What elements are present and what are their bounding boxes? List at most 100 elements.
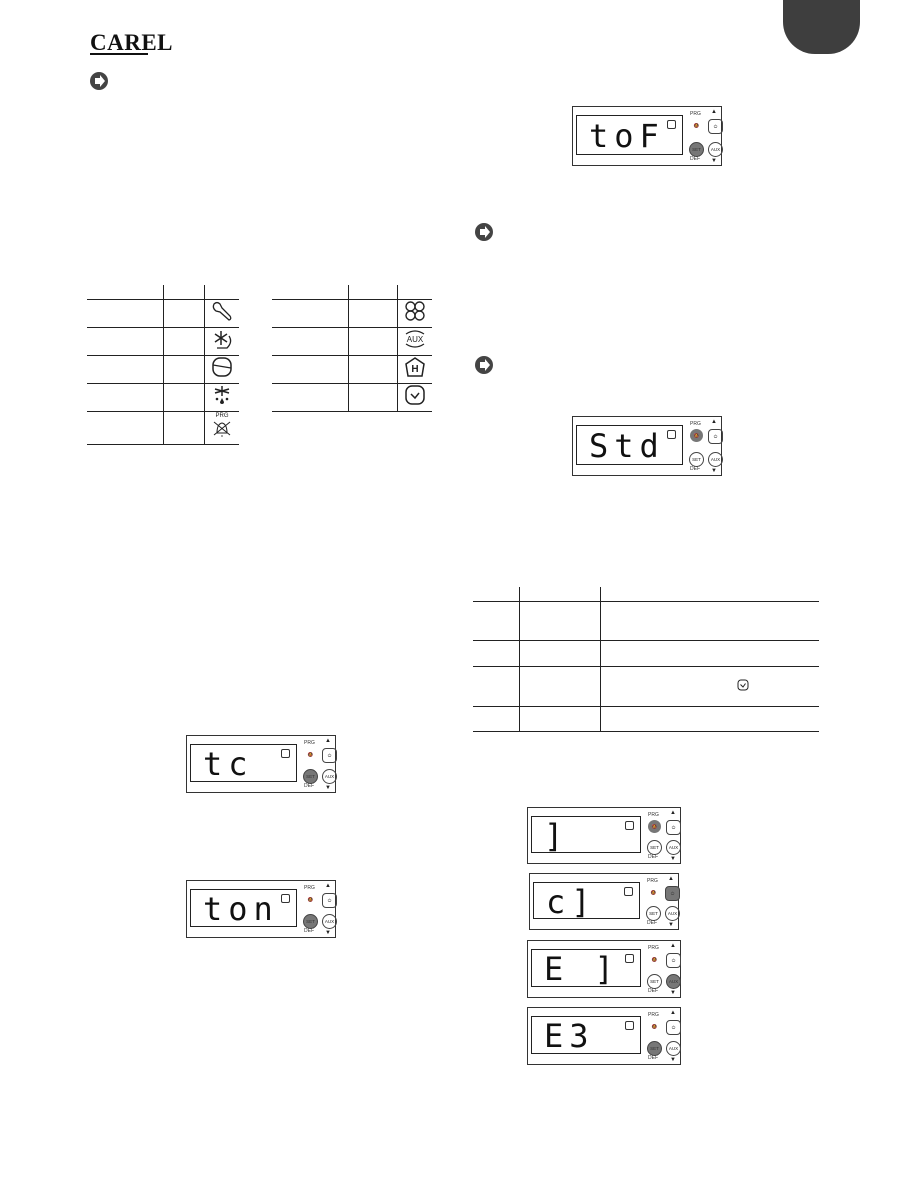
- alarm-prg-button[interactable]: 🔕: [647, 886, 660, 899]
- logo-underline: [90, 53, 148, 55]
- lcd-readout: toF: [589, 117, 665, 155]
- down-arrow-icon: ▼: [711, 158, 717, 164]
- def-label: DEF: [690, 156, 700, 162]
- cell: [600, 706, 819, 732]
- table-row: [272, 383, 432, 412]
- aux-button[interactable]: AUX: [322, 914, 337, 929]
- table-row: [272, 299, 432, 328]
- cell: [519, 706, 601, 732]
- clock-icon: [624, 887, 633, 896]
- lcd-readout: Std: [589, 427, 665, 465]
- alarm-prg-button[interactable]: 🔕: [690, 429, 703, 442]
- aux-button[interactable]: AUX: [708, 142, 723, 157]
- row-label: [272, 327, 349, 356]
- power-button[interactable]: ⏻: [665, 886, 680, 901]
- down-arrow-icon: ▼: [325, 930, 331, 936]
- clock-icon: [281, 749, 290, 758]
- clock-icon: [281, 894, 290, 903]
- lcd-screen: Std: [576, 425, 683, 465]
- table-row: [473, 640, 819, 667]
- note-arrow-icon: [475, 356, 493, 374]
- up-arrow-icon: ▲: [670, 1010, 676, 1016]
- alarm-prg-button[interactable]: 🔕: [648, 820, 661, 833]
- row-label: [87, 355, 164, 384]
- lcd-screen: E3: [531, 1016, 641, 1054]
- def-label: DEF: [304, 928, 314, 934]
- set-button[interactable]: SET: [647, 974, 662, 989]
- power-button[interactable]: ⏻: [666, 953, 681, 968]
- power-button[interactable]: ⏻: [666, 1020, 681, 1035]
- lcd-screen: tc: [190, 744, 297, 782]
- lcd-screen: toF: [576, 115, 683, 155]
- aux-button[interactable]: AUX: [665, 906, 680, 921]
- prg-label: PRG: [304, 740, 315, 746]
- aux-button[interactable]: AUX: [666, 974, 681, 989]
- def-label: DEF: [648, 854, 658, 860]
- prg-label: PRG: [215, 413, 229, 419]
- controller-display: Std PRG 🔕 ⏻ ▲ SET AUX DEF ▼: [572, 416, 723, 476]
- power-button[interactable]: ⏻: [666, 820, 681, 835]
- cell: [519, 666, 601, 707]
- def-label: DEF: [304, 783, 314, 789]
- alarm-prg-button[interactable]: 🔕: [648, 953, 661, 966]
- table-row: [473, 601, 819, 641]
- aux-button[interactable]: AUX: [666, 840, 681, 855]
- def-label: DEF: [648, 988, 658, 994]
- table-row: [87, 299, 239, 328]
- clock-icon: [405, 385, 425, 405]
- set-button[interactable]: SET: [646, 906, 661, 921]
- alarm-prg-button[interactable]: 🔕: [648, 1020, 661, 1033]
- clock-icon: [737, 679, 749, 691]
- down-arrow-icon: ▼: [670, 1057, 676, 1063]
- lcd-readout: E3: [544, 1017, 595, 1055]
- down-arrow-icon: ▼: [711, 468, 717, 474]
- svg-text:H: H: [411, 364, 418, 375]
- clock-icon: [625, 821, 634, 830]
- power-button[interactable]: ⏻: [708, 429, 723, 444]
- lcd-readout: ton: [203, 890, 279, 928]
- cell: [473, 666, 520, 707]
- row-code: [163, 327, 205, 356]
- lcd-screen: ]: [531, 816, 641, 853]
- lcd-readout: ]: [544, 817, 570, 855]
- svg-text:AUX: AUX: [407, 335, 424, 344]
- cell: [600, 640, 819, 667]
- row-code: [348, 327, 398, 356]
- controller-display: ton PRG 🔕 ⏻ ▲ SET AUX DEF ▼: [186, 880, 337, 938]
- def-label: DEF: [648, 1055, 658, 1061]
- set-button[interactable]: SET: [689, 452, 704, 467]
- power-button[interactable]: ⏻: [322, 748, 337, 763]
- clock-icon: [625, 1021, 634, 1030]
- alarm-bell-muted-icon: [213, 421, 231, 437]
- up-arrow-icon: ▲: [670, 810, 676, 816]
- power-button[interactable]: ⏻: [322, 893, 337, 908]
- alarm-prg-button[interactable]: 🔕: [690, 119, 703, 132]
- set-button[interactable]: SET: [303, 769, 318, 784]
- up-arrow-icon: ▲: [325, 738, 331, 744]
- alarm-prg-button[interactable]: 🔕: [304, 748, 317, 761]
- set-button[interactable]: SET: [647, 840, 662, 855]
- settings-table: [473, 587, 819, 732]
- alarm-prg-button[interactable]: 🔕: [304, 893, 317, 906]
- row-code: [163, 355, 205, 384]
- aux-button[interactable]: AUX: [666, 1041, 681, 1056]
- row-label: [272, 299, 349, 328]
- clock-icon: [625, 954, 634, 963]
- lcd-readout: c]: [546, 883, 597, 921]
- note-arrow-icon: [475, 223, 493, 241]
- lcd-readout: tc: [203, 745, 254, 783]
- aux-button[interactable]: AUX: [322, 769, 337, 784]
- row-code: [163, 383, 205, 412]
- set-button[interactable]: SET: [303, 914, 318, 929]
- row-label: [87, 327, 164, 356]
- prg-label: PRG: [647, 878, 658, 884]
- set-button[interactable]: SET: [647, 1041, 662, 1056]
- set-button[interactable]: SET: [689, 142, 704, 157]
- row-code: [348, 383, 398, 412]
- defrost-drip-icon: [214, 386, 230, 404]
- controller-display: ] PRG 🔕 ⏻ ▲ SET AUX DEF ▼: [527, 807, 681, 864]
- aux-button[interactable]: AUX: [708, 452, 723, 467]
- power-button[interactable]: ⏻: [708, 119, 723, 134]
- cell: [473, 706, 520, 732]
- row-label: [272, 355, 349, 384]
